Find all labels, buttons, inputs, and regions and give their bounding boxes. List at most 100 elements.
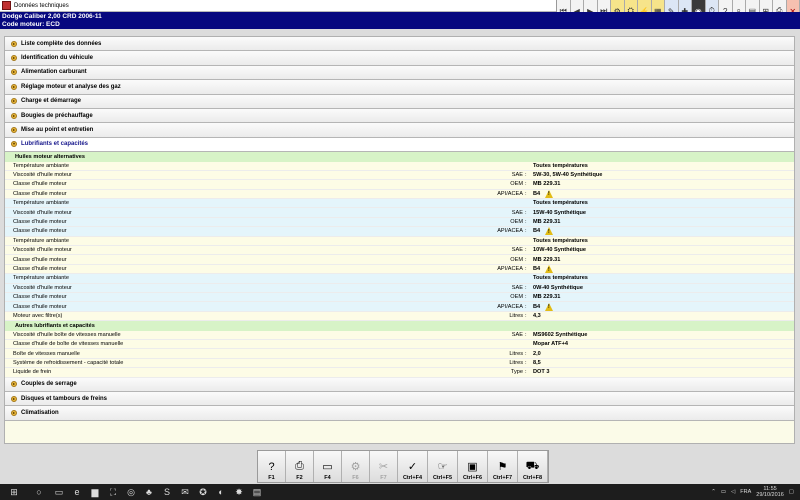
edge-icon[interactable]: e (68, 484, 86, 500)
data-row: Viscosité d'huile moteur SAE:5W-30, 5W-40… (5, 170, 794, 181)
row-value: B4 (533, 265, 554, 273)
section-item[interactable]: ▸ Identification du véhicule (5, 51, 794, 66)
section-item[interactable]: ▸ Couples de serrage (5, 377, 794, 392)
row-value-text: MB 229.31 (533, 294, 561, 301)
warning-icon[interactable] (545, 265, 554, 273)
row-value: B4 (533, 227, 554, 236)
people-icon[interactable]: ⌃ (711, 489, 716, 495)
data-row: Classe d'huile moteur OEM: MB 229.31 (5, 255, 794, 265)
start-icon[interactable]: ⊞ (0, 484, 28, 500)
task-view-icon[interactable]: ▭ (50, 484, 68, 500)
row-label: Classe d'huile moteur (13, 294, 67, 301)
f7-key: ✂ F7 (370, 451, 398, 482)
expand-bullet-icon: ▸ (11, 127, 17, 134)
row-value: 0W-40 Synthétique (533, 285, 583, 291)
data-row: Classe d'huile moteur API/ACEA: B4 (5, 302, 794, 312)
row-value: 5W-30, 5W-40 Synthétique (533, 172, 602, 178)
row-value: Toutes températures (533, 275, 588, 281)
row-value: DOT 3 (533, 369, 549, 375)
row-value-text: Toutes températures (533, 275, 588, 282)
clock[interactable]: 11:55 29/10/2016 (756, 486, 784, 499)
ctrl-f5-key[interactable]: ☞ Ctrl+F5 (428, 451, 458, 482)
app3-icon[interactable]: ✸ (230, 484, 248, 500)
subhead-engine-oils: Huiles moteur alternatives (5, 152, 794, 162)
section-label: Mise au point et entretien (21, 127, 94, 134)
row-separator: : (525, 284, 527, 291)
notification-icon[interactable]: ▢ (789, 489, 794, 495)
row-label: Température ambiante (13, 275, 69, 282)
store-icon[interactable]: ⛶ (104, 484, 122, 500)
row-value-text: B4 (533, 303, 541, 310)
subhead-other-lubricants: Autres lubrifiants et capacités (5, 321, 794, 331)
print-key[interactable]: ⎙ F2 (286, 451, 314, 482)
function-key-bar: ? F1 ⎙ F2 ▭ F4 ⚙ F6 ✂ F7 ✓ Ctrl+F4 ☞ Ctrl+F5 ▣ Ctrl+F6 ⚑… (257, 450, 549, 483)
section-item[interactable]: ▸ Charge et démarrage (5, 94, 794, 109)
network-icon[interactable]: ▭ (721, 489, 726, 495)
section-item[interactable]: ▸ Climatisation (5, 406, 794, 421)
warning-icon[interactable] (545, 189, 554, 198)
row-label: Température ambiante (13, 162, 69, 169)
active-app-icon[interactable]: ▤ (248, 484, 266, 500)
section-item[interactable]: ▸ Réglage moteur et analyse des gaz (5, 80, 794, 95)
data-row: Viscosité d'huile moteur SAE:15W-40 Synth… (5, 208, 794, 218)
section-item[interactable]: ▸ Liste complète des données (5, 37, 794, 52)
warning-icon[interactable] (545, 302, 554, 311)
fkey-label: Ctrl+F5 (432, 475, 453, 481)
ctrl-f7-key[interactable]: ⚑ Ctrl+F7 (488, 451, 518, 482)
row-value: 4,3 (533, 313, 541, 319)
outlook-icon[interactable]: ✉ (176, 484, 194, 500)
row-separator: : (525, 181, 527, 188)
row-standard: API/ACEA (497, 266, 523, 272)
section-item[interactable]: ▸ Mise au point et entretien (5, 123, 794, 138)
fkey-label: Ctrl+F6 (462, 475, 483, 481)
row-value-text: Toutes températures (533, 237, 588, 244)
language-indicator[interactable]: FRA (740, 489, 751, 495)
section-item[interactable]: ▸ Bougies de préchauffage (5, 108, 794, 124)
section-label: Alimentation carburant (21, 69, 87, 76)
row-value: MB 229.31 (533, 257, 560, 263)
section-label: Identification du véhicule (21, 55, 94, 62)
ctrl-f4-key[interactable]: ✓ Ctrl+F4 (398, 451, 428, 482)
row-separator: : (525, 190, 527, 197)
row-value: Toutes températures (533, 163, 588, 169)
fkey-label: Ctrl+F7 (492, 475, 513, 481)
search-icon[interactable]: ○ (28, 484, 50, 500)
section-item[interactable]: ▸ Alimentation carburant (5, 65, 794, 81)
row-separator: : (525, 172, 527, 179)
section-item[interactable]: ▸ Disques et tambours de freins (5, 391, 794, 407)
chrome-icon[interactable]: ◎ (122, 484, 140, 500)
row-standard: API/ACEA (497, 303, 523, 310)
ctrl-f6-icon: ▣ (467, 461, 478, 473)
expand-bullet-icon: ▸ (11, 409, 17, 416)
firefox-icon[interactable]: ◐ (212, 484, 230, 500)
windows-taskbar: ⊞ ○ ▭ e ▆ ⛶ ◎ ♣ S ✉ ✪ ◐ ✸ ▤ ⌃ ▭ ◁ FRA 11:55 29/10/201… (0, 484, 800, 500)
row-separator: : (525, 312, 527, 319)
data-row: Température ambiante Toutes températures (5, 274, 794, 284)
screen-key[interactable]: ▭ F4 (314, 451, 342, 482)
warning-icon[interactable] (545, 227, 554, 236)
skype-icon[interactable]: S (158, 484, 176, 500)
app2-icon[interactable]: ✪ (194, 484, 212, 500)
expand-bullet-icon: ▸ (11, 112, 17, 119)
row-standard: OEM (510, 181, 523, 188)
ctrl-f6-key[interactable]: ▣ Ctrl+F6 (458, 451, 488, 482)
row-value-text: B4 (533, 228, 541, 235)
explorer-icon[interactable]: ▆ (86, 484, 104, 500)
volume-icon[interactable]: ◁ (731, 489, 735, 495)
fkey-label: F7 (380, 475, 387, 481)
expand-bullet-icon: ▸ (11, 395, 17, 402)
app-icon[interactable]: ♣ (140, 484, 158, 500)
row-value-text: Toutes températures (533, 200, 588, 207)
ctrl-f8-icon: ⛟ (525, 459, 540, 472)
help-key[interactable]: ? F1 (258, 451, 286, 482)
data-row: Température ambiante Toutes températures (5, 236, 794, 247)
row-value-text: MB 229.31 (533, 181, 561, 188)
row-standard: Type (510, 369, 523, 376)
row-value-text: DOT 3 (533, 369, 550, 376)
screen-icon: ▭ (322, 461, 333, 473)
row-standard: SAE (511, 284, 523, 291)
section-label: Lubrifiants et capacités (21, 141, 89, 148)
section-lubricants[interactable]: ▾ Lubrifiants et capacités (5, 137, 794, 153)
ctrl-f8-key[interactable]: ⛟ Ctrl+F8 (518, 451, 548, 482)
row-value: MB 229.31 (533, 219, 560, 225)
